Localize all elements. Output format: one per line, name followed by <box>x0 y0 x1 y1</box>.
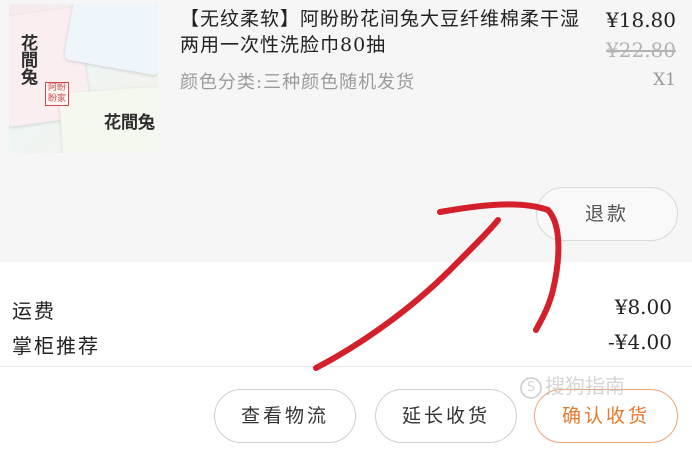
pack-brand-text: 花間兔 <box>104 113 155 133</box>
product-spec: 颜色分类:三种颜色随机发货 <box>180 72 416 93</box>
order-product-card[interactable]: 花間兔 花間兔 阿盼盼家 【无纹柔软】阿盼盼花间兔大豆纤维棉柔干湿两用一次性洗脸… <box>0 0 692 262</box>
watermark-text: 搜狗指南 <box>545 374 625 398</box>
refund-button[interactable]: 退款 <box>536 187 678 241</box>
product-title[interactable]: 【无纹柔软】阿盼盼花间兔大豆纤维棉柔干湿两用一次性洗脸巾80抽 <box>180 6 580 58</box>
product-original-price: ¥22.80 <box>606 38 676 62</box>
brand-seal: 阿盼盼家 <box>45 82 69 106</box>
extend-receipt-button[interactable]: 延长收货 <box>375 389 517 443</box>
order-summary: 运费 ¥8.00 掌柜推荐 -¥4.00 <box>0 262 692 366</box>
product-price: ¥18.80 <box>606 8 676 32</box>
recommend-discount-label: 掌柜推荐 <box>12 334 100 358</box>
view-logistics-button[interactable]: 查看物流 <box>214 389 356 443</box>
watermark: S 搜狗指南 <box>520 370 625 399</box>
shipping-value: ¥8.00 <box>614 295 672 319</box>
recommend-discount-value: -¥4.00 <box>607 330 672 354</box>
product-quantity: X1 <box>653 70 676 90</box>
shipping-label: 运费 <box>12 299 56 323</box>
watermark-logo-icon: S <box>520 376 542 399</box>
product-thumbnail[interactable]: 花間兔 花間兔 阿盼盼家 <box>9 4 158 153</box>
pack-brand-text: 花間兔 <box>17 34 37 85</box>
